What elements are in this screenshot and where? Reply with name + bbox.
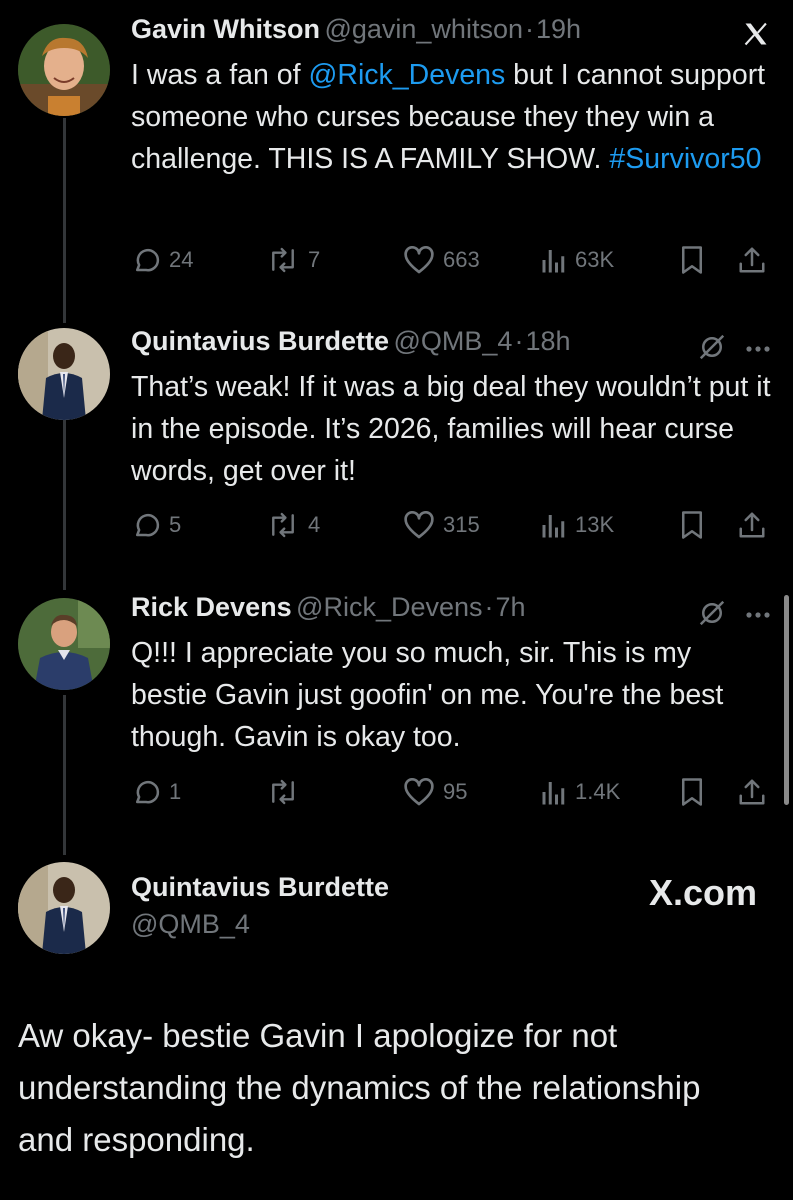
author-handle[interactable]: @QMB_4 xyxy=(131,909,389,940)
view-count: 1.4K xyxy=(575,779,621,804)
like-button[interactable]: 315 xyxy=(403,505,480,545)
tweet-gavin[interactable]: Gavin Whitson @gavin_whitson·19h I was a… xyxy=(131,14,771,180)
quote-author[interactable]: Quintavius Burdette @QMB_4 xyxy=(131,872,389,940)
action-bar: 24 7 663 63K xyxy=(131,240,771,280)
tweet-text: Q!!! I appreciate you so much, sir. This… xyxy=(131,637,724,753)
view-count: 63K xyxy=(575,247,615,272)
repost-icon xyxy=(272,512,294,538)
timestamp[interactable]: 19h xyxy=(536,14,581,44)
share-icon xyxy=(739,247,765,273)
action-bar: 1 95 1.4K xyxy=(131,772,771,812)
like-button[interactable]: 95 xyxy=(403,772,467,812)
bookmark-icon xyxy=(682,246,702,274)
share-button[interactable] xyxy=(737,505,767,545)
repost-button[interactable]: 7 xyxy=(266,240,320,280)
text-segment: I was a fan of xyxy=(131,59,309,91)
views-button[interactable]: 63K xyxy=(541,240,614,280)
thread-line xyxy=(63,118,66,323)
views-button[interactable]: 13K xyxy=(541,505,614,545)
tweet-header: Quintavius Burdette @QMB_4·18h xyxy=(131,326,771,362)
repost-button[interactable]: 4 xyxy=(266,505,320,545)
share-icon xyxy=(739,779,765,805)
share-button[interactable] xyxy=(737,240,767,280)
repost-count: 7 xyxy=(308,247,321,272)
repost-button[interactable] xyxy=(266,772,308,812)
brand-logo: X.com xyxy=(648,872,757,913)
bookmark-icon xyxy=(682,511,702,539)
share-button[interactable] xyxy=(737,772,767,812)
grok-icon[interactable] xyxy=(697,332,727,367)
scrollbar[interactable] xyxy=(784,595,789,805)
tweet-text: That’s weak! If it was a big deal they w… xyxy=(131,371,771,487)
reply-button[interactable]: 1 xyxy=(131,772,181,812)
thread-line xyxy=(63,410,66,590)
views-icon xyxy=(542,782,565,805)
reply-icon xyxy=(136,780,160,804)
grok-icon[interactable] xyxy=(697,598,727,633)
x-logo-icon xyxy=(741,20,771,53)
author-handle[interactable]: @QMB_4 xyxy=(393,326,512,356)
reply-count: 5 xyxy=(169,512,182,537)
like-count: 315 xyxy=(443,512,480,537)
timestamp[interactable]: 18h xyxy=(525,326,570,356)
tweet-rick[interactable]: Rick Devens @Rick_Devens·7h Q!!! I appre… xyxy=(131,592,771,758)
repost-icon xyxy=(272,247,294,273)
bookmark-button[interactable] xyxy=(679,505,705,545)
like-icon xyxy=(404,246,434,274)
reply-button[interactable]: 24 xyxy=(131,240,193,280)
separator: · xyxy=(514,326,524,356)
like-count: 95 xyxy=(443,779,468,804)
avatar-gavin[interactable] xyxy=(18,24,110,116)
tweet-quintavius[interactable]: Quintavius Burdette @QMB_4·18h That’s we… xyxy=(131,326,771,492)
repost-icon xyxy=(272,779,294,805)
action-bar: 5 4 315 13K xyxy=(131,505,771,545)
views-button[interactable]: 1.4K xyxy=(541,772,620,812)
avatar-quintavius[interactable] xyxy=(18,328,110,420)
author-name[interactable]: Rick Devens xyxy=(131,592,292,622)
reply-text: Aw okay- bestie Gavin I apologize for no… xyxy=(18,1017,701,1158)
author-handle[interactable]: @gavin_whitson xyxy=(324,14,523,44)
mention-link[interactable]: @Rick_Devens xyxy=(308,59,505,91)
like-button[interactable]: 663 xyxy=(403,240,480,280)
tweet-header: Gavin Whitson @gavin_whitson·19h xyxy=(131,14,771,50)
author-handle[interactable]: @Rick_Devens xyxy=(296,592,482,622)
separator: · xyxy=(484,592,494,622)
like-icon xyxy=(404,778,434,806)
share-icon xyxy=(739,512,765,538)
repost-count: 4 xyxy=(308,512,321,537)
reply-count: 1 xyxy=(169,779,182,804)
reply-icon xyxy=(136,248,160,272)
bookmark-button[interactable] xyxy=(679,240,705,280)
thread-line xyxy=(63,695,66,855)
view-count: 13K xyxy=(575,512,615,537)
more-icon[interactable] xyxy=(745,607,771,625)
like-icon xyxy=(404,511,434,539)
more-icon[interactable] xyxy=(745,341,771,359)
avatar-quintavius[interactable] xyxy=(18,862,110,954)
reply-icon xyxy=(136,513,160,537)
tweet-text: I was a fan of @Rick_Devens but I cannot… xyxy=(131,54,771,180)
author-name[interactable]: Quintavius Burdette xyxy=(131,326,389,356)
separator: · xyxy=(524,14,534,44)
avatar-rick[interactable] xyxy=(18,598,110,690)
reply-button[interactable]: 5 xyxy=(131,505,181,545)
bookmark-button[interactable] xyxy=(679,772,705,812)
author-name[interactable]: Quintavius Burdette xyxy=(131,872,389,903)
reply-count: 24 xyxy=(169,247,194,272)
author-name[interactable]: Gavin Whitson xyxy=(131,14,320,44)
like-count: 663 xyxy=(443,247,480,272)
hashtag-link[interactable]: #Survivor50 xyxy=(609,143,761,175)
tweet-header: Rick Devens @Rick_Devens·7h xyxy=(131,592,771,628)
bookmark-icon xyxy=(682,778,702,806)
views-icon xyxy=(542,250,565,273)
views-icon xyxy=(542,515,565,538)
timestamp[interactable]: 7h xyxy=(496,592,526,622)
